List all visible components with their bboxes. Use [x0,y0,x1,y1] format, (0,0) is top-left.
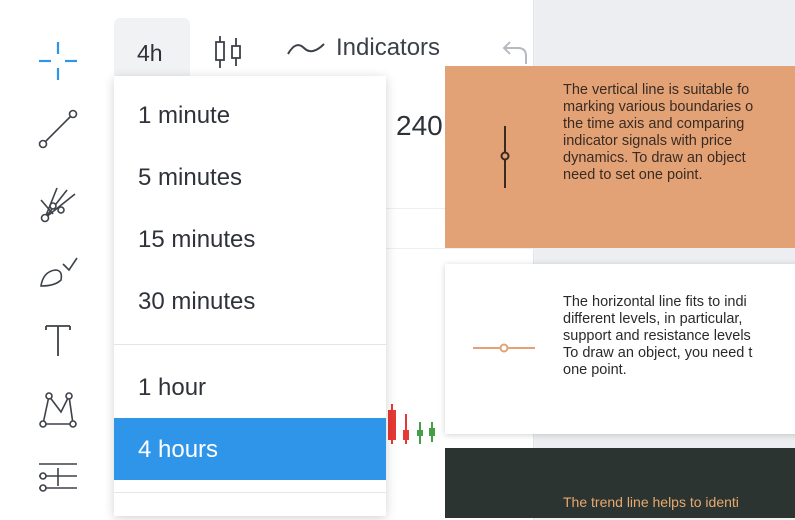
timeframe-label: 4h [137,40,163,66]
grid-line [386,208,446,209]
indicators-label: Indicators [336,34,441,61]
menu-item-15-minutes[interactable]: 15 minutes [114,208,386,270]
menu-item-1-hour[interactable]: 1 hour [114,356,386,418]
tooltip-text: The horizontal line fits to indi differe… [563,294,753,378]
undo-icon [502,41,527,64]
pitchfork-tool[interactable] [30,180,86,230]
crosshair-icon [39,42,77,80]
text-icon [45,325,71,356]
candlestick-icon [215,36,241,68]
vertical-line-icon [500,126,510,188]
fibonacci-tool[interactable] [30,452,86,502]
undo-button[interactable] [500,38,530,69]
crosshair-tool[interactable] [30,36,86,86]
menu-item-label: 1 minute [138,102,231,129]
menu-divider [114,492,386,493]
brush-icon [40,257,78,287]
vertical-line-tooltip: The vertical line is suitable fo marking… [445,66,795,248]
menu-item-1-minute[interactable]: 1 minute [114,84,386,146]
menu-item-4-hours[interactable]: 4 hours [114,418,386,480]
chart-type-button[interactable] [212,32,244,77]
fibonacci-icon [39,463,77,492]
brush-tool[interactable] [30,248,86,298]
trend-line-tool[interactable] [30,104,86,154]
menu-item-label: 15 minutes [138,226,256,253]
text-tool[interactable] [30,316,86,366]
horizontal-line-icon [473,343,535,353]
indicators-button[interactable]: Indicators [286,34,440,62]
menu-divider [114,344,386,345]
tooltip-text: The vertical line is suitable fo marking… [563,82,754,183]
trend-line-icon [38,109,78,149]
menu-item-label: 1 hour [138,374,207,401]
chart-candles [386,400,446,455]
pitchfork-icon [40,187,76,223]
horizontal-line-tooltip: The horizontal line fits to indi differe… [445,264,795,434]
menu-item-5-minutes[interactable]: 5 minutes [114,146,386,208]
drawing-toolbar [0,0,100,506]
menu-item-label: 30 minutes [138,288,256,315]
grid-line [386,248,535,249]
pattern-icon [39,392,77,428]
tooltip-text: The trend line helps to identi [563,494,739,510]
price-value: 240 [396,110,443,141]
trend-line-tooltip: The trend line helps to identi [445,448,795,518]
timeframe-dropdown: 1 minute 5 minutes 15 minutes 30 minutes… [114,76,386,516]
pattern-tool[interactable] [30,384,86,434]
menu-item-30-minutes[interactable]: 30 minutes [114,270,386,332]
menu-item-label: 5 minutes [138,164,243,191]
menu-item-label: 4 hours [138,436,219,463]
wave-icon [287,43,325,55]
